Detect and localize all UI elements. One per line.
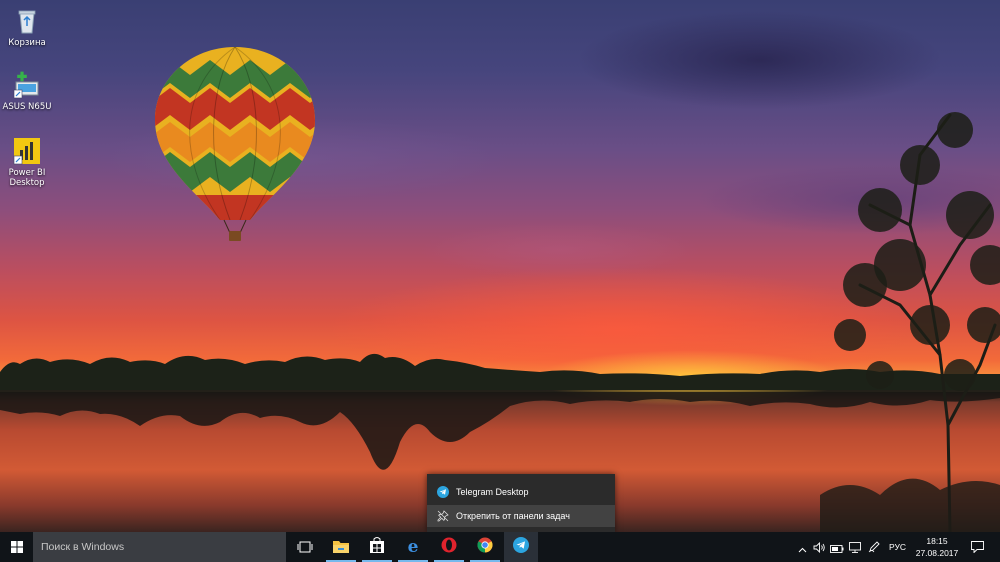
opera-icon bbox=[441, 537, 457, 557]
telegram-icon bbox=[513, 537, 529, 557]
balloon-image bbox=[155, 47, 315, 241]
jumplist-app-label: Telegram Desktop bbox=[456, 487, 529, 497]
desktop-icon-label: Корзина bbox=[8, 38, 46, 48]
search-placeholder: Поиск в Windows bbox=[41, 541, 125, 553]
windows-logo-icon bbox=[10, 538, 23, 557]
battery-button[interactable] bbox=[829, 532, 845, 562]
chrome-icon bbox=[477, 537, 493, 557]
taskbar-file-explorer[interactable] bbox=[324, 532, 358, 562]
store-icon bbox=[370, 537, 384, 557]
jumplist-unpin-label: Открепить от панели задач bbox=[456, 511, 570, 521]
power-bi-icon bbox=[12, 136, 42, 166]
telegram-icon bbox=[436, 485, 450, 499]
taskbar-telegram[interactable] bbox=[504, 532, 538, 562]
recycle-bin-icon bbox=[12, 6, 42, 36]
taskbar: Поиск в Windows e РУС 18:15 27.08.2017 bbox=[0, 532, 1000, 562]
jumplist-item-app[interactable]: Telegram Desktop bbox=[427, 481, 615, 503]
input-language-indicator[interactable]: РУС bbox=[889, 532, 906, 562]
speaker-icon bbox=[813, 538, 826, 557]
task-view-icon bbox=[297, 538, 313, 557]
taskbar-edge[interactable]: e bbox=[396, 532, 430, 562]
notification-icon bbox=[970, 538, 984, 557]
desktop-icon-label: ASUS N65U bbox=[2, 102, 52, 112]
pen-workspace-button[interactable] bbox=[866, 532, 882, 562]
taskbar-opera[interactable] bbox=[432, 532, 466, 562]
task-view-button[interactable] bbox=[290, 532, 320, 562]
desktop-wallpaper: Корзина ASUS N65U Power BI Desktop bbox=[0, 0, 1000, 532]
volume-button[interactable] bbox=[811, 532, 827, 562]
taskbar-chrome[interactable] bbox=[468, 532, 502, 562]
unpin-icon bbox=[436, 509, 450, 523]
desktop-icon-recycle-bin[interactable]: Корзина bbox=[0, 6, 54, 48]
tree-silhouette bbox=[820, 112, 1000, 532]
taskbar-jump-list: Telegram Desktop Открепить от панели зад… bbox=[427, 474, 615, 532]
chevron-up-icon bbox=[798, 538, 807, 557]
desktop-icon-power-bi[interactable]: Power BI Desktop bbox=[0, 136, 54, 188]
desktop-icon-computer[interactable]: ASUS N65U bbox=[0, 70, 54, 112]
edge-icon: e bbox=[407, 536, 419, 557]
battery-icon bbox=[830, 538, 844, 557]
show-hidden-icons-button[interactable] bbox=[795, 532, 809, 562]
desktop-icon-label: Power BI Desktop bbox=[8, 168, 46, 188]
file-explorer-icon bbox=[333, 538, 349, 557]
start-button[interactable] bbox=[0, 532, 33, 562]
clock[interactable]: 18:15 27.08.2017 bbox=[912, 535, 962, 559]
search-box[interactable]: Поиск в Windows bbox=[33, 532, 286, 562]
action-center-button[interactable] bbox=[966, 532, 988, 562]
clock-date: 27.08.2017 bbox=[915, 548, 959, 558]
pen-icon bbox=[868, 538, 881, 557]
network-icon bbox=[848, 538, 862, 557]
network-button[interactable] bbox=[847, 532, 863, 562]
computer-icon bbox=[12, 70, 42, 100]
jumplist-item-unpin[interactable]: Открепить от панели задач bbox=[427, 505, 615, 527]
taskbar-store[interactable] bbox=[360, 532, 394, 562]
clock-time: 18:15 bbox=[926, 536, 948, 546]
